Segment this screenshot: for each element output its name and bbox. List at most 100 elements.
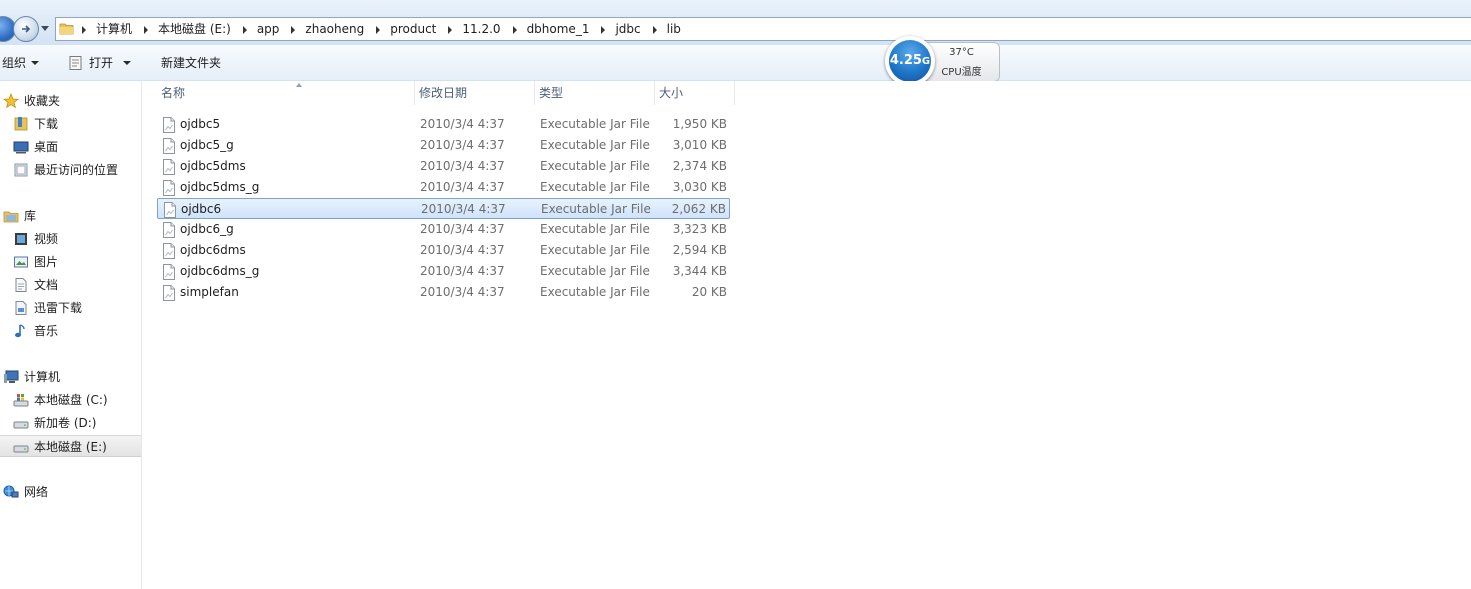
file-size: 3,323 KB <box>672 222 727 236</box>
file-row[interactable]: ojdbc6_g 2010/3/4 4:37 Executable Jar File… <box>157 219 730 240</box>
drive-icon <box>13 421 29 429</box>
breadcrumb-item[interactable]: zhaoheng <box>305 21 364 37</box>
computer-icon <box>4 370 19 383</box>
file-date: 2010/3/4 4:37 <box>420 222 505 236</box>
jar-file-icon <box>163 117 175 133</box>
breadcrumb-separator-icon[interactable] <box>448 26 453 34</box>
column-header-label: 类型 <box>539 86 564 100</box>
column-headers: 名称 修改日期 类型 大小 <box>157 81 737 105</box>
breadcrumb-separator-icon[interactable] <box>512 26 517 34</box>
nav-item-label: 下载 <box>34 117 59 131</box>
column-header-type[interactable]: 类型 <box>535 81 655 105</box>
network-icon <box>3 485 19 498</box>
breadcrumb-item[interactable]: 计算机 <box>96 21 132 37</box>
file-row[interactable]: ojdbc6dms_g 2010/3/4 4:37 Executable Jar F… <box>157 261 730 282</box>
nav-item-drive-e[interactable]: 本地磁盘 (E:) <box>0 435 141 457</box>
nav-network[interactable]: 网络 <box>0 481 141 503</box>
file-row[interactable]: ojdbc6dms 2010/3/4 4:37 Executable Jar Fil… <box>157 240 730 261</box>
file-row[interactable]: ojdbc5_g 2010/3/4 4:37 Executable Jar File… <box>157 135 730 156</box>
file-row[interactable]: ojdbc5dms_g 2010/3/4 4:37 Executable Jar F… <box>157 177 730 198</box>
column-header-name[interactable]: 名称 <box>157 81 415 105</box>
file-row[interactable]: ojdbc6 2010/3/4 4:37 Executable Jar File 2,… <box>157 198 730 219</box>
cpu-speed-unit: G <box>921 56 931 67</box>
column-header-label: 名称 <box>161 86 186 100</box>
breadcrumb-separator-icon[interactable] <box>82 26 86 34</box>
file-row[interactable]: simplefan 2010/3/4 4:37 Executable Jar Fil… <box>157 282 730 303</box>
nav-item-drive-c[interactable]: 本地磁盘 (C:) <box>0 389 141 411</box>
nav-favorites[interactable]: 收藏夹 <box>0 90 141 112</box>
file-type: Executable Jar File <box>540 264 650 278</box>
cpu-speed-value: 4.25 <box>889 53 922 68</box>
file-size: 2,374 KB <box>672 159 727 173</box>
breadcrumb-item[interactable]: app <box>257 21 280 37</box>
file-size: 1,950 KB <box>672 117 727 131</box>
recent-places-icon <box>14 163 28 177</box>
file-list-pane: 名称 修改日期 类型 大小 ojdbc5 2010/3/4 4:37 Executa… <box>142 81 1471 589</box>
jar-file-icon <box>163 138 175 154</box>
jar-file-icon <box>163 180 175 196</box>
nav-item-downloads[interactable]: 下载 <box>0 113 141 135</box>
jar-file-icon <box>163 159 175 175</box>
music-note-icon <box>15 324 25 338</box>
nav-item-thunder-downloads[interactable]: 迅雷下载 <box>0 297 141 319</box>
column-header-label: 大小 <box>659 86 684 100</box>
file-name: ojdbc5dms_g <box>180 180 260 194</box>
column-header-date[interactable]: 修改日期 <box>415 81 535 105</box>
file-row[interactable]: ojdbc5 2010/3/4 4:37 Executable Jar File 1,… <box>157 114 730 135</box>
chevron-down-icon <box>31 61 39 65</box>
nav-item-videos[interactable]: 视频 <box>0 228 141 250</box>
breadcrumb-separator-icon[interactable] <box>652 26 657 34</box>
jar-file-icon <box>163 222 175 238</box>
file-type: Executable Jar File <box>540 159 650 173</box>
open-button[interactable]: 打开 <box>89 55 113 71</box>
arrow-right-icon <box>22 25 31 33</box>
nav-item-label: 本地磁盘 (E:) <box>34 440 107 454</box>
file-name: ojdbc5dms <box>180 159 246 173</box>
breadcrumb-item[interactable]: 本地磁盘 (E:) <box>158 21 231 37</box>
breadcrumb-separator-icon[interactable] <box>242 26 247 34</box>
new-folder-button[interactable]: 新建文件夹 <box>161 55 221 71</box>
file-date: 2010/3/4 4:37 <box>420 243 505 257</box>
star-icon <box>3 93 19 109</box>
breadcrumb-item[interactable]: lib <box>667 21 681 37</box>
address-box[interactable]: 计算机 本地磁盘 (E:) app zhaoheng product 11.2.0 dbho… <box>55 17 1471 41</box>
nav-item-desktop[interactable]: 桌面 <box>0 136 141 158</box>
chevron-down-icon <box>123 61 131 65</box>
breadcrumb-separator-icon[interactable] <box>376 26 381 34</box>
file-size: 3,030 KB <box>672 180 727 194</box>
nav-item-recent-places[interactable]: 最近访问的位置 <box>0 159 141 181</box>
file-type: Executable Jar File <box>540 285 650 299</box>
forward-button[interactable] <box>13 16 39 42</box>
recent-pages-dropdown[interactable] <box>41 26 49 31</box>
file-date: 2010/3/4 4:37 <box>420 159 505 173</box>
file-type: Executable Jar File <box>541 202 651 216</box>
library-icon <box>3 211 19 223</box>
breadcrumb-separator-icon[interactable] <box>601 26 606 34</box>
breadcrumb-item[interactable]: 11.2.0 <box>462 21 500 37</box>
column-header-size[interactable]: 大小 <box>655 81 735 105</box>
downloads-folder-icon <box>14 117 28 131</box>
nav-item-music[interactable]: 音乐 <box>0 320 141 342</box>
file-row[interactable]: ojdbc5dms 2010/3/4 4:37 Executable Jar Fil… <box>157 156 730 177</box>
breadcrumb-item[interactable]: product <box>390 21 436 37</box>
nav-item-label: 文档 <box>34 278 59 292</box>
nav-item-pictures[interactable]: 图片 <box>0 251 141 273</box>
breadcrumb-separator-icon[interactable] <box>144 26 149 34</box>
file-date: 2010/3/4 4:37 <box>420 138 505 152</box>
file-size: 3,344 KB <box>672 264 727 278</box>
thunder-downloads-icon <box>15 301 27 315</box>
breadcrumb-item[interactable]: jdbc <box>615 21 640 37</box>
jar-file-icon <box>163 285 175 301</box>
breadcrumb-item[interactable]: dbhome_1 <box>527 21 590 37</box>
nav-item-label: 新加卷 (D:) <box>34 416 97 430</box>
nav-libraries[interactable]: 库 <box>0 205 141 227</box>
file-name: ojdbc6dms_g <box>180 264 260 278</box>
nav-item-documents[interactable]: 文档 <box>0 274 141 296</box>
cpu-speed: 4.25G <box>889 40 931 82</box>
nav-computer[interactable]: 计算机 <box>0 366 141 388</box>
cpu-temperature: 37°C <box>949 47 974 58</box>
organize-button[interactable]: 组织 <box>2 55 26 71</box>
file-date: 2010/3/4 4:37 <box>420 117 505 131</box>
nav-item-drive-d[interactable]: 新加卷 (D:) <box>0 412 141 434</box>
breadcrumb-separator-icon[interactable] <box>291 26 296 34</box>
